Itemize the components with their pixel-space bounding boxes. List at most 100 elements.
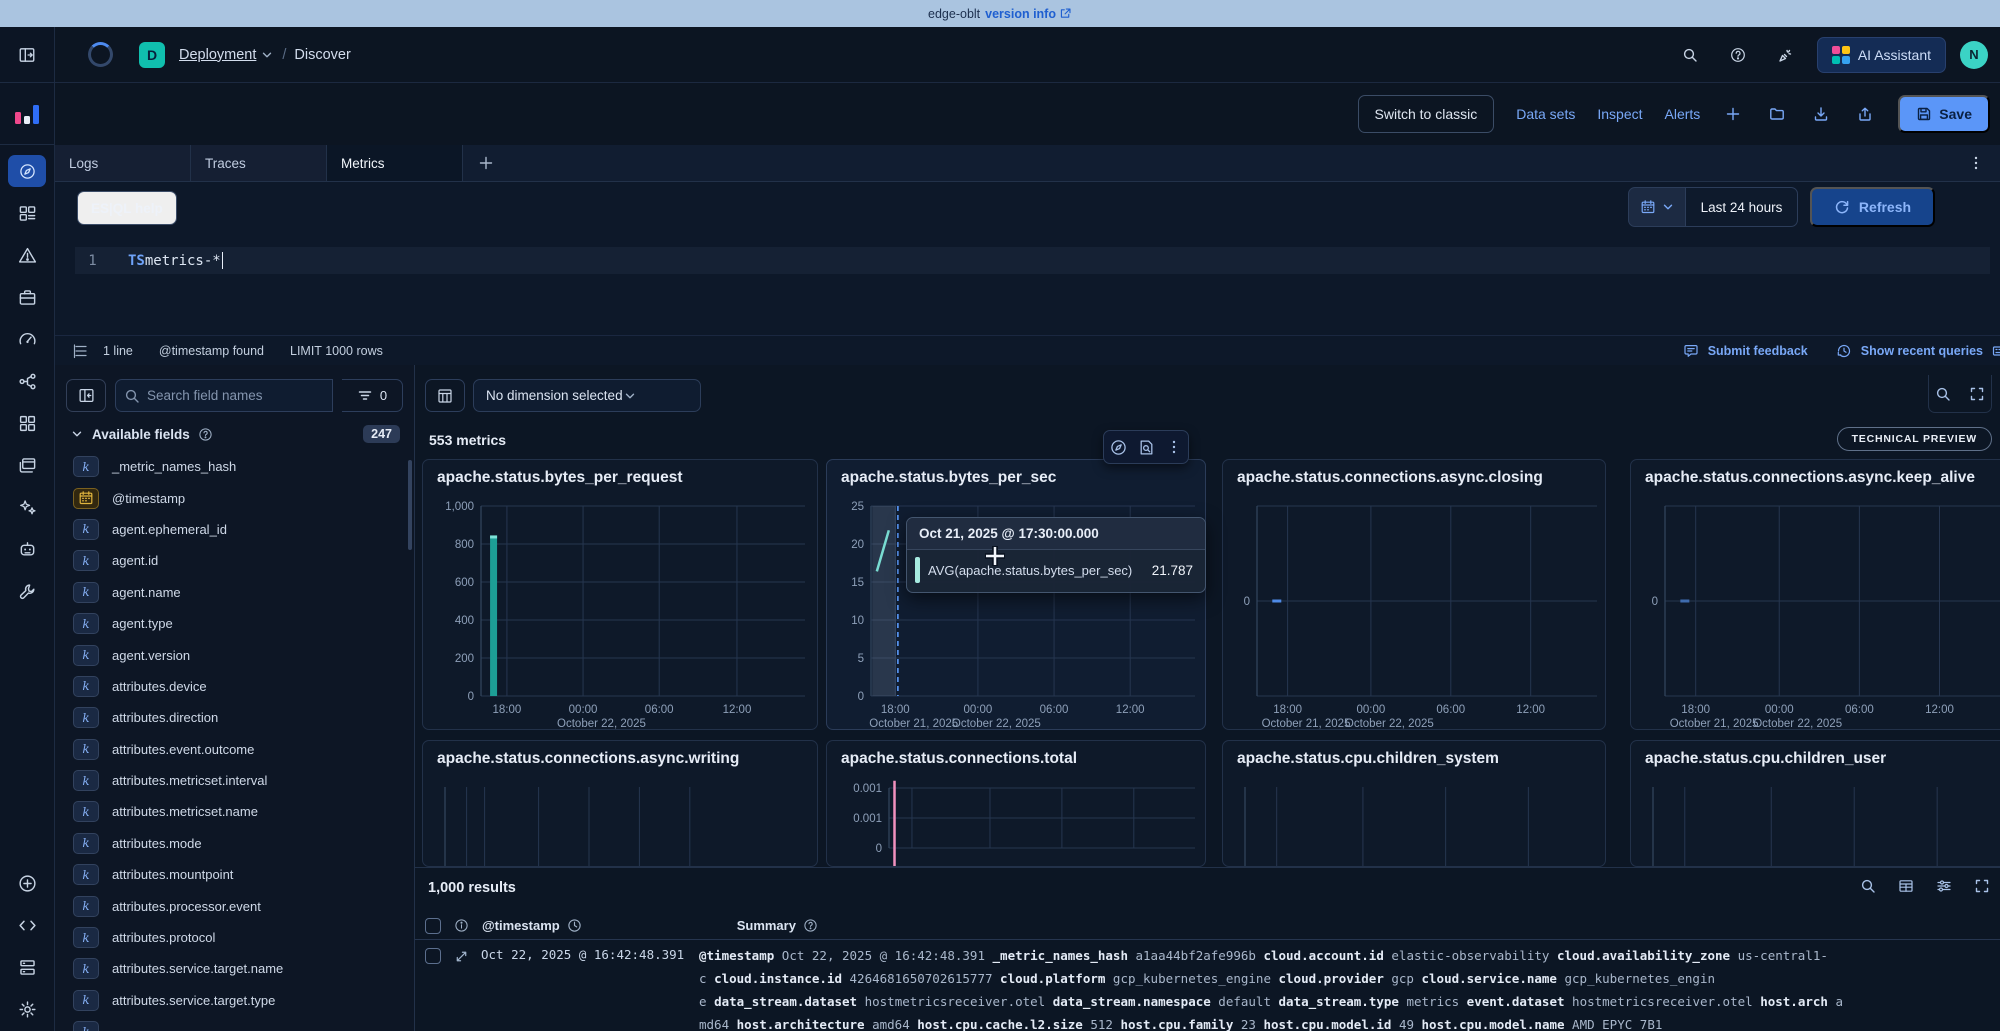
field-search-input[interactable] [147,388,307,403]
field-item[interactable]: k attributes.service.target.name [55,953,414,984]
metrics-fullscreen-icon[interactable] [1969,386,1985,402]
ai-assistant-button[interactable]: AI Assistant [1816,36,1946,73]
metric-chart-apache.status.cpu.children_system[interactable]: apache.status.cpu.children_system [1222,740,1606,867]
svg-text:1,000: 1,000 [445,501,474,513]
field-item[interactable]: k agent.name [55,577,414,608]
field-item[interactable]: k attributes.metricset.interval [55,765,414,796]
inspect-link[interactable]: Inspect [1597,106,1642,122]
dimension-select[interactable]: No dimension selected [473,379,701,412]
field-item[interactable]: k attributes.protocol [55,922,414,953]
esql-help-button[interactable]: ES|QL help [77,191,177,225]
share-icon[interactable] [1854,103,1876,125]
rail-item-dev-tools[interactable] [8,575,46,607]
tab-metrics[interactable]: Metrics [327,145,463,181]
field-item[interactable]: k attributes.mountpoint [55,859,414,890]
open-session-icon[interactable] [1766,103,1788,125]
collapse-nav-button[interactable] [0,27,54,83]
rail-item-add[interactable] [9,867,47,899]
rail-item-dashboards[interactable] [8,197,46,229]
rail-item-management[interactable] [9,993,47,1025]
field-item[interactable]: k agent.version [55,639,414,670]
explore-compass-icon[interactable] [1110,439,1127,456]
field-item[interactable]: k attributes.metricset.name [55,796,414,827]
field-item[interactable]: k attributes.mode [55,828,414,859]
chevron-down-icon[interactable] [70,427,84,441]
refresh-button[interactable]: Refresh [1810,187,1935,227]
field-item[interactable]: @timestamp [55,482,414,513]
rail-item-machine-learning[interactable] [8,533,46,565]
whats-new-icon[interactable] [1769,38,1803,72]
deployment-badge[interactable]: D [139,41,165,68]
rail-item-inventory[interactable] [8,407,46,439]
field-item[interactable]: k attributes.direction [55,702,414,733]
field-item[interactable]: k agent.id [55,545,414,576]
field-item[interactable]: k _metric_names_hash [55,451,414,482]
timestamp-column-header[interactable]: @timestamp [482,918,560,933]
field-item[interactable]: k [55,1016,414,1031]
metrics-search-icon[interactable] [1935,386,1951,402]
save-button[interactable]: Save [1898,95,1990,133]
metrics-layout-button[interactable] [425,379,465,412]
tabs-menu-icon[interactable] [1968,145,2000,181]
field-search[interactable] [115,379,333,412]
rail-item-stack[interactable] [9,951,47,983]
collapse-sidebar-button[interactable] [66,379,106,412]
results-search-icon[interactable] [1860,878,1876,894]
select-all-checkbox[interactable] [425,917,441,934]
version-info-link[interactable]: version info [985,7,1072,21]
recent-queries-link[interactable]: Show recent queries [1861,344,1983,358]
field-item[interactable]: k agent.type [55,608,414,639]
rail-item-alerts[interactable] [8,239,46,271]
field-item[interactable]: k agent.ephemeral_id [55,514,414,545]
time-range-button[interactable]: Last 24 hours [1686,187,1798,227]
field-item[interactable]: k attributes.device [55,671,414,702]
submit-feedback-link[interactable]: Submit feedback [1708,344,1808,358]
results-settings-icon[interactable] [1936,878,1952,894]
download-icon[interactable] [1810,103,1832,125]
query-editor-line[interactable]: 1 TS metrics-* [75,247,1990,274]
chart-menu-icon[interactable] [1166,439,1182,455]
keyboard-icon[interactable] [1992,343,2000,359]
date-picker-button[interactable] [1628,187,1686,227]
data-sets-link[interactable]: Data sets [1516,106,1575,122]
sidebar-scrollbar[interactable] [408,460,412,550]
rail-item-developer[interactable] [9,909,47,941]
switch-to-classic-button[interactable]: Switch to classic [1357,95,1495,133]
metric-chart-apache.status.bytes_per_sec[interactable]: apache.status.bytes_per_sec 25 20 15 10 5 0 18… [826,459,1206,730]
results-table-icon[interactable] [1898,878,1914,894]
help-icon[interactable] [1721,38,1755,72]
rail-item-cases[interactable] [8,281,46,313]
tab-logs[interactable]: Logs [55,145,191,181]
results-fullscreen-icon[interactable] [1974,878,1990,894]
field-name: attributes.mode [112,835,202,851]
rail-item-services[interactable] [8,365,46,397]
user-avatar[interactable]: N [1960,40,1988,69]
metric-chart-apache.status.connections.async.closing[interactable]: apache.status.connections.async.closing … [1222,459,1606,730]
field-item[interactable]: k attributes.processor.event [55,890,414,921]
metric-chart-apache.status.cpu.children_user[interactable]: apache.status.cpu.children_user [1630,740,2000,867]
metric-chart-apache.status.connections.async.writing[interactable]: apache.status.connections.async.writing [422,740,818,867]
global-search-icon[interactable] [1673,38,1707,72]
breadcrumb-deployment[interactable]: Deployment [179,47,274,63]
row-checkbox[interactable] [425,948,441,964]
question-icon[interactable] [198,427,213,442]
metric-chart-apache.status.bytes_per_request[interactable]: apache.status.bytes_per_request 1,000 800… [422,459,818,730]
new-session-icon[interactable] [1722,103,1744,125]
field-item[interactable]: k attributes.event.outcome [55,734,414,765]
tab-traces[interactable]: Traces [191,145,327,181]
inspect-doc-icon[interactable] [1138,439,1155,456]
metric-chart-apache.status.connections.total[interactable]: apache.status.connections.total 0.001 0.0… [826,740,1206,867]
rail-item-visualizations[interactable] [8,449,46,481]
alerts-link[interactable]: Alerts [1665,106,1701,122]
rail-item-ai[interactable] [8,491,46,523]
summary-column-header[interactable]: Summary [737,918,796,933]
metric-chart-apache.status.connections.async.keep_alive[interactable]: apache.status.connections.async.keep_ali… [1630,459,2000,730]
rail-item-discover[interactable] [8,155,46,187]
add-tab-button[interactable] [463,145,509,181]
field-item[interactable]: k attributes.service.target.type [55,985,414,1016]
expand-row-icon[interactable] [454,949,469,1031]
table-row[interactable]: Oct 22, 2025 @ 16:42:48.391 @timestamp O… [415,941,2000,1031]
rail-item-slos[interactable] [8,323,46,355]
info-icon[interactable] [454,918,469,933]
field-filter-button[interactable]: 0 [342,379,403,412]
